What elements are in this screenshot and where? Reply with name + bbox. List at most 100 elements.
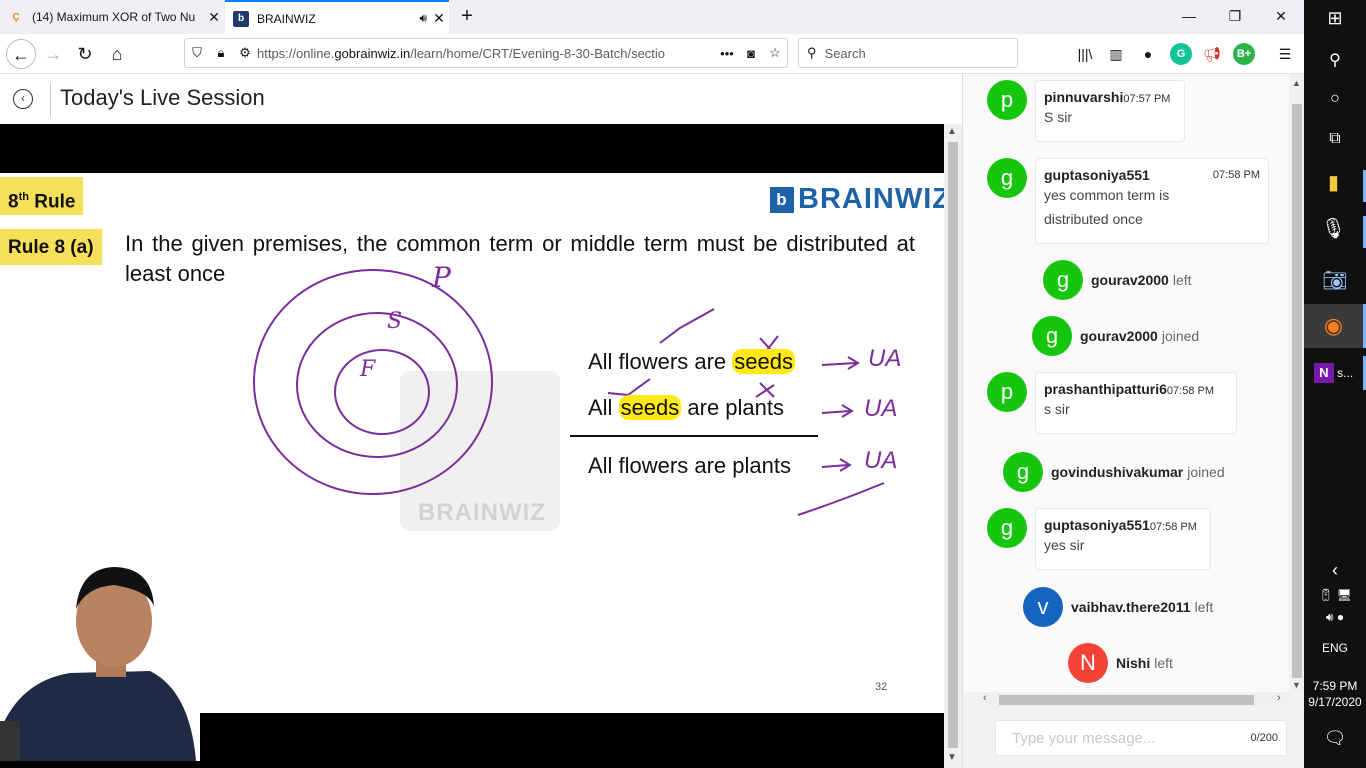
sidebar-icon[interactable]: ▥: [1105, 43, 1127, 65]
chat-text: s sir: [1044, 401, 1070, 417]
scroll-down-icon[interactable]: ▼: [947, 752, 957, 763]
chat-horizontal-scrollbar[interactable]: ‹ ›: [981, 692, 1289, 708]
chat-event: vaibhav.there2011 left: [1071, 599, 1214, 615]
premise-2: All seeds are plants: [588, 395, 785, 420]
clock-time: 7:59 PM: [1312, 679, 1358, 693]
avatar: g: [1003, 452, 1043, 492]
annotation-ua-2: UA: [864, 395, 898, 422]
chat-username: guptasoniya551: [1044, 167, 1150, 183]
scrollbar-thumb[interactable]: [1292, 104, 1302, 678]
reload-button[interactable]: ↻: [70, 39, 100, 69]
pocket-icon[interactable]: ◙: [739, 46, 763, 61]
notifications-icon[interactable]: 🗨︎: [1304, 728, 1366, 749]
minimize-button[interactable]: —: [1166, 0, 1212, 34]
search-placeholder: Search: [824, 45, 866, 61]
tab-brainwiz[interactable]: b BRAINWIZ 🔊︎ ✕: [225, 0, 449, 35]
language-indicator[interactable]: ENG: [1304, 641, 1366, 655]
chat-username: guptasoniya551: [1044, 517, 1150, 533]
close-tab-icon[interactable]: ✕: [204, 9, 224, 26]
chat-event: govindushivakumar joined: [1051, 464, 1225, 480]
scroll-up-icon[interactable]: ▲: [947, 126, 957, 137]
conclusion-line: [570, 435, 818, 437]
chat-username: pinnuvarshi: [1044, 89, 1124, 105]
page-actions-icon[interactable]: •••: [715, 46, 739, 61]
speaker-icon[interactable]: 🔊︎: [419, 11, 427, 26]
network-power-icons[interactable]: 🔋︎ 🖥︎: [1304, 588, 1366, 602]
avatar: v: [1023, 587, 1063, 627]
home-button[interactable]: ⌂: [102, 39, 132, 69]
chat-message: guptasoniya55107:58 PM yes sir: [1035, 508, 1211, 570]
chat-panel: p pinnuvarshi07:57 PM S sir g guptasoniy…: [962, 74, 1305, 768]
megaphone-icon[interactable]: 📢︎: [1201, 43, 1223, 65]
bookmark-star-icon[interactable]: ☆: [763, 45, 787, 61]
clock-date: 9/17/2020: [1308, 695, 1362, 709]
onenote-label: s...: [1337, 366, 1354, 380]
library-icon[interactable]: |||\: [1074, 43, 1096, 65]
circle-f: [334, 349, 430, 435]
tab-title: BRAINWIZ: [257, 11, 316, 26]
annotation-ua-3: UA: [864, 447, 898, 474]
search-icon[interactable]: ⚲: [1304, 50, 1366, 70]
url-text[interactable]: https://online.gobrainwiz.in/learn/home/…: [257, 46, 715, 61]
chat-text: yes common term is distributed once: [1044, 187, 1170, 227]
back-circle-icon[interactable]: ‹: [13, 89, 33, 109]
recorder-icon[interactable]: 🎙︎: [1304, 216, 1366, 248]
file-explorer-icon[interactable]: ▮: [1304, 170, 1366, 202]
close-tab-icon[interactable]: ✕: [429, 10, 449, 27]
scroll-right-icon[interactable]: ›: [1277, 692, 1281, 704]
url-bar[interactable]: ⛉ 🔒︎ ⚙ https://online.gobrainwiz.in/lear…: [184, 38, 788, 68]
circle-label-f: F: [360, 357, 376, 382]
avatar: N: [1068, 643, 1108, 683]
video-scrollbar[interactable]: ▲ ▼: [944, 124, 962, 768]
task-view-icon[interactable]: ⧉: [1304, 130, 1366, 148]
forward-button[interactable]: →: [38, 39, 68, 69]
chat-message-input[interactable]: [996, 721, 1236, 755]
chat-message: guptasoniya551 07:58 PM yes common term i…: [1035, 158, 1269, 244]
scrollbar-thumb[interactable]: [999, 695, 1254, 705]
back-button[interactable]: ←: [6, 39, 36, 69]
browser-tab-bar: Ç (14) Maximum XOR of Two Nu ✕ b BRAINWI…: [0, 0, 1304, 35]
scroll-left-icon[interactable]: ‹: [983, 692, 987, 704]
shield-icon[interactable]: ⛉: [185, 45, 209, 61]
new-tab-button[interactable]: +: [455, 4, 479, 28]
restore-button[interactable]: ❐: [1212, 0, 1258, 34]
system-clock[interactable]: 7:59 PM 9/17/2020: [1304, 678, 1366, 710]
chat-text: yes sir: [1044, 537, 1085, 553]
scroll-up-icon[interactable]: ▲: [1292, 78, 1301, 88]
onenote-taskbar-item[interactable]: N s...: [1304, 356, 1366, 390]
avatar: g: [1032, 316, 1072, 356]
chat-event: gourav2000 joined: [1080, 328, 1200, 344]
close-window-button[interactable]: ✕: [1258, 0, 1304, 34]
chat-vertical-scrollbar[interactable]: ▲ ▼: [1289, 74, 1305, 692]
chat-messages[interactable]: p pinnuvarshi07:57 PM S sir g guptasoniy…: [963, 74, 1289, 692]
tab-leetcode[interactable]: Ç (14) Maximum XOR of Two Nu ✕: [0, 0, 224, 34]
firefox-icon[interactable]: ◉: [1304, 304, 1366, 348]
onenote-icon: N: [1313, 363, 1334, 383]
chat-username: prashanthipatturi6: [1044, 381, 1167, 397]
account-icon[interactable]: ●: [1137, 43, 1159, 65]
windows-taskbar: ⊞ ⚲ ○ ⧉ ▮ 🎙︎ 📷︎ ◉ N s... ‹ 🔋︎ 🖥︎ 🔊︎ ● EN…: [1304, 0, 1366, 768]
permissions-icon[interactable]: ⚙: [233, 45, 257, 61]
chat-message: prashanthipatturi607:58 PM s sir: [1035, 372, 1237, 434]
show-hidden-icons[interactable]: ‹: [1304, 560, 1366, 581]
grammarly-icon[interactable]: G: [1170, 43, 1192, 65]
menu-icon[interactable]: ☰: [1274, 43, 1296, 65]
cortana-icon[interactable]: ○: [1304, 90, 1366, 108]
circle-label-s: S: [387, 309, 403, 334]
windows-start-icon[interactable]: ⊞: [1304, 8, 1366, 29]
chat-time: 07:58 PM: [1166, 385, 1214, 397]
navigation-toolbar: ← → ↻ ⌂ ⛉ 🔒︎ ⚙ https://online.gobrainwiz…: [0, 34, 1304, 74]
leetcode-icon: Ç: [12, 11, 20, 23]
live-video[interactable]: 8th Rule Rule 8 (a) b BRAINWIZ In the gi…: [0, 124, 944, 768]
camera-icon[interactable]: 📷︎: [1304, 268, 1366, 293]
chat-time: 07:57 PM: [1123, 93, 1171, 105]
scrollbar-thumb[interactable]: [948, 142, 958, 748]
chat-time: 07:58 PM: [1149, 521, 1197, 533]
bplus-icon[interactable]: B+: [1233, 43, 1255, 65]
search-field[interactable]: ⚲ Search: [798, 38, 1018, 68]
circle-s: [296, 312, 458, 458]
lock-icon[interactable]: 🔒︎: [209, 45, 233, 61]
volume-icon[interactable]: 🔊︎ ●: [1304, 610, 1366, 625]
scroll-down-icon[interactable]: ▼: [1292, 680, 1301, 690]
premise-1: All flowers are seeds: [588, 349, 795, 374]
